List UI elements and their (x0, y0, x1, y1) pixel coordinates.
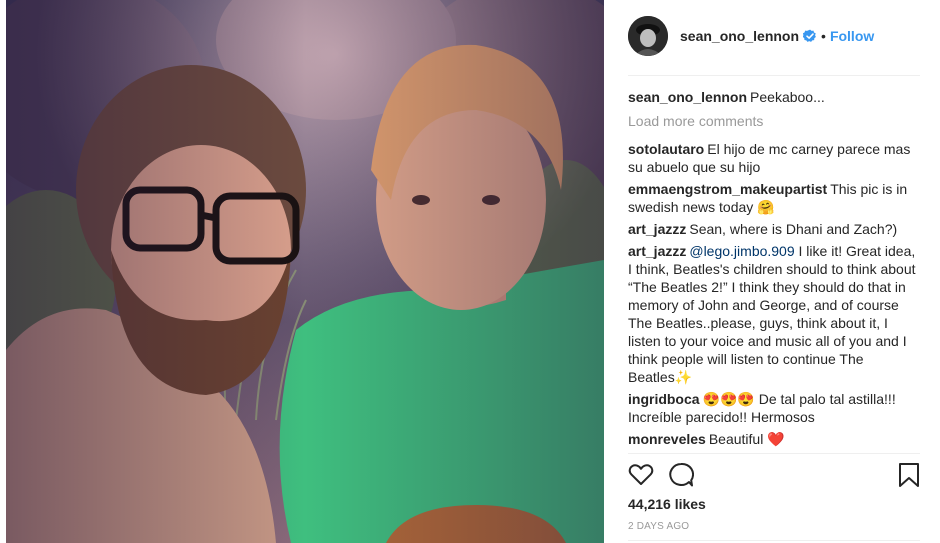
comment-mention[interactable]: @lego.jimbo.909 (689, 243, 794, 259)
comment-item: art_jazzz Sean, where is Dhani and Zach?) (628, 220, 920, 238)
post-caption: sean_ono_lennon Peekaboo... (628, 88, 920, 106)
bottom-divider (628, 540, 920, 541)
avatar[interactable] (628, 16, 668, 56)
verified-badge-icon (803, 29, 816, 42)
post-sidebar: sean_ono_lennon • Follow sean_ono_lennon… (604, 0, 940, 543)
post-actions (628, 462, 920, 488)
comment-item: monreveles Beautiful ❤️ (628, 430, 920, 448)
comment-username[interactable]: sotolautaro (628, 141, 704, 157)
heart-icon[interactable] (628, 462, 654, 488)
caption-text: Peekaboo... (750, 89, 825, 105)
follow-button[interactable]: Follow (830, 28, 874, 44)
post-photo[interactable] (6, 0, 604, 543)
comment-username[interactable]: emmaengstrom_makeupartist (628, 181, 827, 197)
comment-item: ingridboca 😍😍😍 De tal palo tal astilla!!!… (628, 390, 920, 426)
avatar-image (628, 16, 668, 56)
post-photo-image (6, 0, 604, 543)
comment-text: Beautiful ❤️ (708, 431, 785, 447)
comment-bubble-icon[interactable] (668, 462, 694, 488)
caption-username[interactable]: sean_ono_lennon (628, 89, 747, 105)
comment-item: art_jazzz @lego.jimbo.909 I like it! Grea… (628, 242, 920, 386)
likes-count[interactable]: 44,216 likes (628, 496, 706, 512)
comment-text: Sean, where is Dhani and Zach?) (689, 221, 898, 237)
separator-dot: • (821, 28, 826, 44)
comment-item: sotolautaro El hijo de mc carney parece m… (628, 140, 920, 176)
comment-username[interactable]: monreveles (628, 431, 706, 447)
bookmark-icon[interactable] (896, 462, 922, 488)
comment-item: emmaengstrom_makeupartist This pic is in … (628, 180, 920, 216)
header-divider (628, 75, 920, 76)
actions-divider (628, 453, 920, 454)
author-username[interactable]: sean_ono_lennon (680, 28, 799, 44)
comment-username[interactable]: ingridboca (628, 391, 700, 407)
load-more-comments-button[interactable]: Load more comments (628, 112, 920, 130)
post-header: sean_ono_lennon • Follow (628, 16, 920, 56)
comment-text: I like it! Great idea, I think, Beatles'… (628, 243, 916, 385)
comment-username[interactable]: art_jazzz (628, 221, 686, 237)
comment-username[interactable]: art_jazzz (628, 243, 686, 259)
comments-list: sean_ono_lennon Peekaboo... Load more com… (628, 88, 920, 453)
post-timestamp[interactable]: 2 DAYS AGO (628, 521, 689, 532)
